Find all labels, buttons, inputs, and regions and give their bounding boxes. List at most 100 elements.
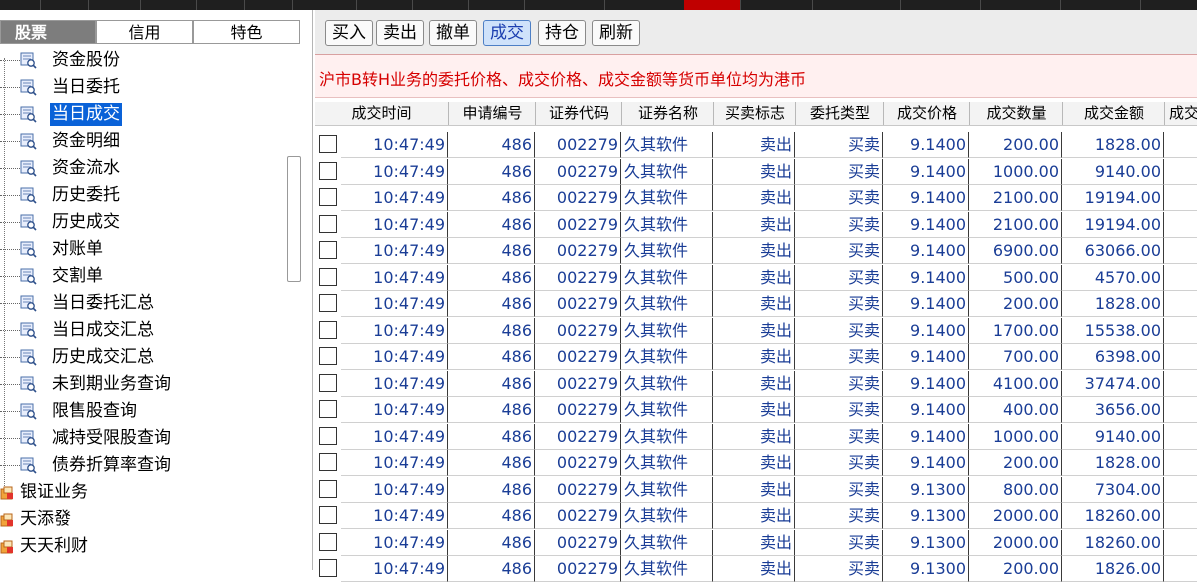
column-header[interactable]: 申请编号 [448, 102, 536, 125]
row-checkbox[interactable] [319, 135, 337, 153]
column-header[interactable]: 证券代码 [535, 102, 622, 125]
top-menu-segment[interactable] [524, 0, 605, 10]
top-menu-segment[interactable] [980, 0, 1061, 10]
top-menu-segment[interactable] [40, 0, 89, 10]
column-header[interactable]: 成交 [1164, 102, 1197, 125]
row-checkbox[interactable] [319, 267, 337, 286]
tree-item[interactable]: 当日成交汇总 [0, 318, 300, 344]
row-checkbox[interactable] [319, 373, 337, 392]
table-row[interactable]: 10:47:49 486 002279 久其软件 卖出 买卖 9.1400 1000.00 91… [315, 423, 1197, 450]
table-row[interactable]: 10:47:49 486 002279 久其软件 卖出 买卖 9.1400 200.00 182… [315, 132, 1197, 158]
column-header[interactable]: 委托类型 [795, 102, 884, 125]
row-checkbox[interactable] [319, 506, 337, 524]
row-checkbox[interactable] [319, 347, 337, 365]
table-row[interactable]: 10:47:49 486 002279 久其软件 卖出 买卖 9.1300 2000.00 18… [315, 503, 1197, 529]
top-menu-segment[interactable] [1140, 0, 1197, 10]
row-checkbox[interactable] [319, 532, 337, 551]
top-menu-segment[interactable] [740, 0, 813, 10]
query-icon [20, 295, 37, 312]
row-checkbox[interactable] [319, 241, 337, 259]
tree-item[interactable]: 历史委托 [0, 183, 300, 209]
row-checkbox[interactable] [319, 479, 337, 498]
top-menu-segment[interactable] [812, 0, 901, 10]
row-checkbox[interactable] [319, 453, 337, 471]
tab-credit[interactable]: 信用 [96, 20, 193, 44]
column-header[interactable]: 证券名称 [621, 102, 714, 125]
table-cell: 19194.00 [1062, 185, 1164, 211]
row-checkbox[interactable] [319, 559, 337, 577]
top-menu-strip[interactable] [0, 0, 1197, 10]
buy-button[interactable]: 买入 [325, 20, 373, 46]
column-header[interactable]: 成交价格 [883, 102, 970, 125]
top-menu-segment[interactable] [900, 0, 981, 10]
cancel-order-button[interactable]: 撤单 [429, 20, 477, 46]
column-header[interactable]: 成交金额 [1062, 102, 1165, 125]
tree-item[interactable]: 天添發 [0, 507, 300, 533]
row-checkbox[interactable] [319, 188, 337, 206]
top-menu-segment[interactable] [0, 0, 41, 10]
table-cell [1164, 530, 1197, 556]
tree-item[interactable]: 当日成交 [0, 102, 300, 128]
tree-item[interactable]: 减持受限股查询 [0, 426, 300, 452]
query-icon [20, 376, 37, 393]
tree-item[interactable]: 债券折算率查询 [0, 453, 300, 479]
row-checkbox[interactable] [319, 400, 337, 418]
column-header[interactable]: 成交数量 [969, 102, 1063, 125]
row-checkbox[interactable] [319, 214, 337, 233]
tree-item[interactable]: 资金流水 [0, 156, 300, 182]
tree-item[interactable]: 历史成交 [0, 210, 300, 236]
tree-item[interactable]: 资金明细 [0, 129, 300, 155]
table-row[interactable]: 10:47:49 486 002279 久其软件 卖出 买卖 9.1400 2100.00 19… [315, 211, 1197, 238]
table-row[interactable]: 10:47:49 486 002279 久其软件 卖出 买卖 9.1400 200.00 182… [315, 291, 1197, 317]
row-checkbox[interactable] [319, 294, 337, 312]
tree-item[interactable]: 交割单 [0, 264, 300, 290]
sell-button[interactable]: 卖出 [376, 20, 424, 46]
table-row[interactable]: 10:47:49 486 002279 久其软件 卖出 买卖 9.1300 2000.00 18… [315, 529, 1197, 556]
tree-item[interactable]: 未到期业务查询 [0, 372, 300, 398]
top-menu-segment[interactable] [356, 0, 413, 10]
refresh-button[interactable]: 刷新 [592, 20, 640, 46]
top-menu-segment[interactable] [244, 0, 293, 10]
table-cell: 10:47:49 [341, 158, 448, 185]
top-menu-segment[interactable] [292, 0, 357, 10]
table-row[interactable]: 10:47:49 486 002279 久其软件 卖出 买卖 9.1300 800.00 730… [315, 476, 1197, 503]
tree-item[interactable]: 限售股查询 [0, 399, 300, 425]
top-menu-segment[interactable] [604, 0, 685, 10]
tree-scrollbar-thumb[interactable] [287, 156, 301, 282]
top-menu-segment[interactable] [684, 0, 741, 10]
top-menu-segment[interactable] [468, 0, 525, 10]
tab-special[interactable]: 特色 [193, 20, 300, 44]
table-row[interactable]: 10:47:49 486 002279 久其软件 卖出 买卖 9.1400 700.00 639… [315, 344, 1197, 370]
table-cell: 卖出 [713, 264, 795, 291]
row-checkbox[interactable] [319, 161, 337, 180]
row-checkbox[interactable] [319, 320, 337, 339]
tree-item[interactable]: 历史成交汇总 [0, 345, 300, 371]
top-menu-segment[interactable] [88, 0, 141, 10]
trades-button[interactable]: 成交 [483, 20, 531, 46]
table-row[interactable]: 10:47:49 486 002279 久其软件 卖出 买卖 9.1400 500.00 457… [315, 264, 1197, 291]
tab-stock[interactable]: 股票 [0, 20, 96, 44]
table-row[interactable]: 10:47:49 486 002279 久其软件 卖出 买卖 9.1400 400.00 365… [315, 397, 1197, 423]
tree-item[interactable]: 当日委托 [0, 75, 300, 101]
top-menu-segment[interactable] [140, 0, 197, 10]
tree-item[interactable]: 资金股份 [0, 48, 300, 74]
tree-connector [0, 438, 20, 439]
column-header[interactable]: 成交时间 [315, 102, 448, 125]
tree-item[interactable]: 银证业务 [0, 480, 300, 506]
tree-item[interactable]: 当日委托汇总 [0, 291, 300, 317]
positions-button[interactable]: 持仓 [538, 20, 586, 46]
tree-item[interactable]: 天天利财 [0, 534, 300, 560]
column-header[interactable]: 买卖标志 [713, 102, 796, 125]
table-row[interactable]: 10:47:49 486 002279 久其软件 卖出 买卖 9.1400 2100.00 19… [315, 185, 1197, 211]
row-checkbox[interactable] [319, 426, 337, 445]
table-row[interactable]: 10:47:49 486 002279 久其软件 卖出 买卖 9.1400 1700.00 15… [315, 317, 1197, 344]
table-row[interactable]: 10:47:49 486 002279 久其软件 卖出 买卖 9.1400 200.00 182… [315, 450, 1197, 476]
table-row[interactable]: 10:47:49 486 002279 久其软件 卖出 买卖 9.1300 200.00 182… [315, 556, 1197, 582]
table-row[interactable]: 10:47:49 486 002279 久其软件 卖出 买卖 9.1400 6900.00 63… [315, 238, 1197, 264]
top-menu-segment[interactable] [196, 0, 245, 10]
top-menu-segment[interactable] [412, 0, 469, 10]
table-row[interactable]: 10:47:49 486 002279 久其软件 卖出 买卖 9.1400 1000.00 91… [315, 158, 1197, 185]
top-menu-segment[interactable] [1060, 0, 1141, 10]
table-row[interactable]: 10:47:49 486 002279 久其软件 卖出 买卖 9.1400 4100.00 37… [315, 370, 1197, 397]
tree-item[interactable]: 对账单 [0, 237, 300, 263]
